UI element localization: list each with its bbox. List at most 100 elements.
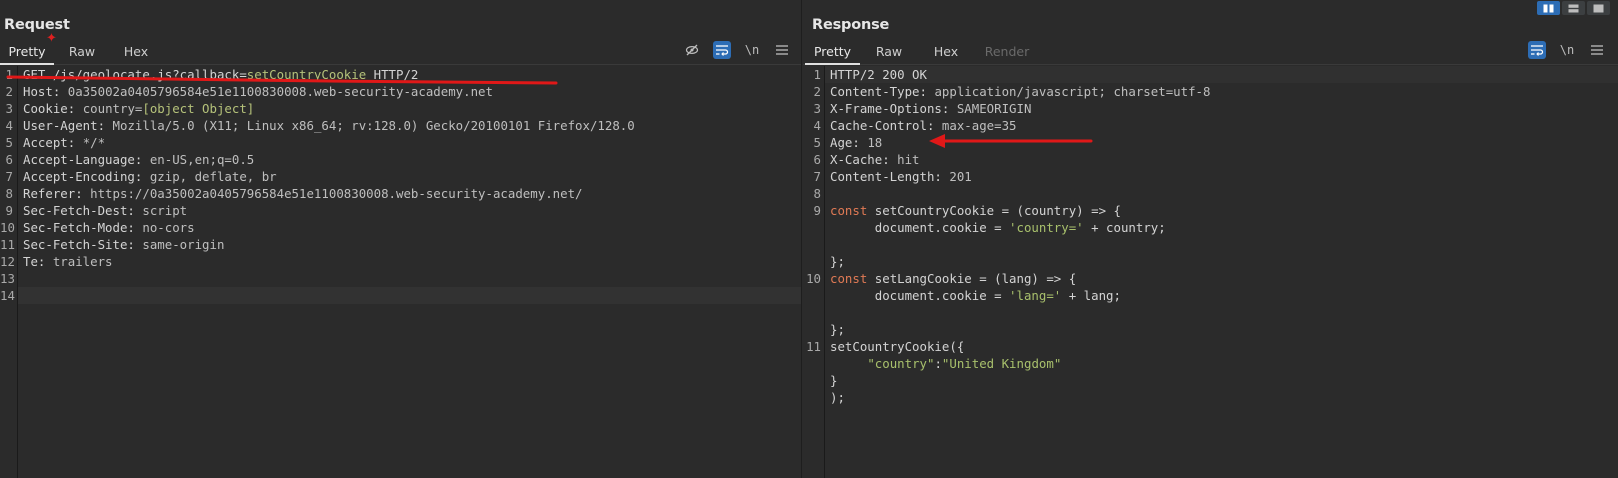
code-line[interactable]: X-Cache: hit [825,151,1618,168]
code-line[interactable] [825,304,1618,321]
line-number: 8 [5,186,13,201]
code-line[interactable]: Cache-Control: max-age=35 [825,117,1618,134]
code-line[interactable]: Accept-Encoding: gzip, deflate, br [18,168,801,185]
line-number [803,253,821,270]
line-number [803,304,821,321]
code-line[interactable]: X-Frame-Options: SAMEORIGIN [825,100,1618,117]
code-line[interactable]: Te: trailers [18,253,801,270]
line-number: 9 [813,203,821,218]
code-line[interactable] [18,287,801,304]
line-number: 2 [5,84,13,99]
hide-icon[interactable] [683,41,701,59]
line-number: 7 [5,169,13,184]
code-token: 0a35002a0405796584e51e1100830008.web-sec… [67,84,493,99]
line-number: 5 [5,135,13,150]
line-number: 11 [0,237,15,252]
request-lines[interactable]: GET /js/geolocate.js?callback=setCountry… [18,66,801,304]
code-line[interactable]: }; [825,253,1618,270]
tab-render[interactable]: Render [974,40,1040,65]
code-token: : [934,356,942,371]
code-line[interactable]: ); [825,389,1618,406]
menu-icon[interactable] [1588,41,1606,59]
menu-icon[interactable] [773,41,791,59]
line-number: 2 [813,84,821,99]
code-line[interactable]: Sec-Fetch-Mode: no-cors [18,219,801,236]
wrap-icon[interactable] [1528,41,1546,59]
code-token: max-age=35 [941,118,1017,133]
code-line[interactable]: setCountryCookie({ [825,338,1618,355]
code-line[interactable]: "country":"United Kingdom" [825,355,1618,372]
code-token: const [830,271,868,286]
line-number: 3 [813,101,821,116]
tab-raw[interactable]: Raw [54,40,110,65]
code-line[interactable]: Cookie: country=[object Object] [18,100,801,117]
code-token: const [830,203,868,218]
line-number: 7 [813,169,821,184]
code-token: setCountryCookie({ [830,339,965,354]
code-line[interactable]: Host: 0a35002a0405796584e51e1100830008.w… [18,83,801,100]
code-line[interactable]: Referer: https://0a35002a0405796584e51e1… [18,185,801,202]
line-number [803,287,821,304]
code-line[interactable]: const setCountryCookie = (country) => { [825,202,1618,219]
code-line[interactable]: } [825,372,1618,389]
code-token: + country; [1083,220,1166,235]
code-line[interactable]: Content-Length: 201 [825,168,1618,185]
code-token: } [830,373,838,388]
tab-hex[interactable]: Hex [918,40,974,65]
line-number: 10 [806,271,821,286]
tab-pretty[interactable]: Pretty [805,40,860,65]
code-token: Mozilla/5.0 (X11; Linux x86_64; rv:128.0… [112,118,635,133]
line-number [803,236,821,253]
code-token: https://0a35002a0405796584e51e1100830008… [90,186,583,201]
code-token: 'lang=' [1009,288,1062,303]
tab-raw[interactable]: Raw [860,40,918,65]
newline-icon[interactable]: \n [743,41,761,59]
response-lines[interactable]: HTTP/2 200 OK Content-Type: application/j… [825,66,1618,406]
code-token: "United Kingdom" [941,356,1062,371]
tab-hex[interactable]: Hex [110,40,162,65]
line-number: 10 [0,220,15,235]
code-token: Referer: [23,186,91,201]
line-number: 5 [813,135,821,150]
code-token: Content-Type: [830,84,935,99]
code-line[interactable] [825,236,1618,253]
code-line[interactable]: document.cookie = 'lang=' + lang; [825,287,1618,304]
request-editor[interactable]: 1 2 3 4 5 6 7 8 9 10 11 12 13 14 GET /js/geolocate.js… [0,66,801,478]
code-line[interactable] [825,185,1618,202]
code-line[interactable]: Accept-Language: en-US,en;q=0.5 [18,151,801,168]
code-line[interactable]: User-Agent: Mozilla/5.0 (X11; Linux x86_… [18,117,801,134]
code-token: trailers [52,254,113,269]
code-token: document.cookie = [830,288,1010,303]
code-line[interactable]: Sec-Fetch-Dest: script [18,202,801,219]
line-number: 11 [806,339,821,354]
response-gutter: 1 2 3 4 5 6 7 8 9 10 11 [803,66,825,478]
code-line[interactable]: HTTP/2 200 OK [825,66,1618,83]
code-token: + lang; [1061,288,1121,303]
code-line[interactable]: const setLangCookie = (lang) => { [825,270,1618,287]
annotation-underline [6,75,558,85]
code-token: }; [830,322,845,337]
code-line[interactable]: }; [825,321,1618,338]
tab-pretty[interactable]: Pretty [0,40,54,65]
line-number: 12 [0,254,15,269]
code-token: en-US,en;q=0.5 [149,152,255,167]
code-token: application/javascript; charset=utf-8 [934,84,1211,99]
code-token: User-Agent: [23,118,113,133]
code-line[interactable]: document.cookie = 'country=' + country; [825,219,1618,236]
code-token: HTTP/2 200 OK [830,67,927,82]
line-number [803,389,821,406]
code-token: hit [897,152,920,167]
wrap-icon[interactable] [713,41,731,59]
code-line[interactable]: Content-Type: application/javascript; ch… [825,83,1618,100]
response-editor[interactable]: 1 2 3 4 5 6 7 8 9 10 11 HTTP/2 200 OK Content-Type:… [803,66,1618,478]
code-line[interactable] [18,270,801,287]
code-token: Sec-Fetch-Mode: [23,220,143,235]
code-token: Age: [830,135,868,150]
code-token: HTTP/2 [366,67,419,82]
code-line[interactable]: Sec-Fetch-Site: same-origin [18,236,801,253]
line-number: 6 [813,152,821,167]
request-title: Request [4,17,70,33]
code-line[interactable]: Accept: */* [18,134,801,151]
newline-icon[interactable]: \n [1558,41,1576,59]
